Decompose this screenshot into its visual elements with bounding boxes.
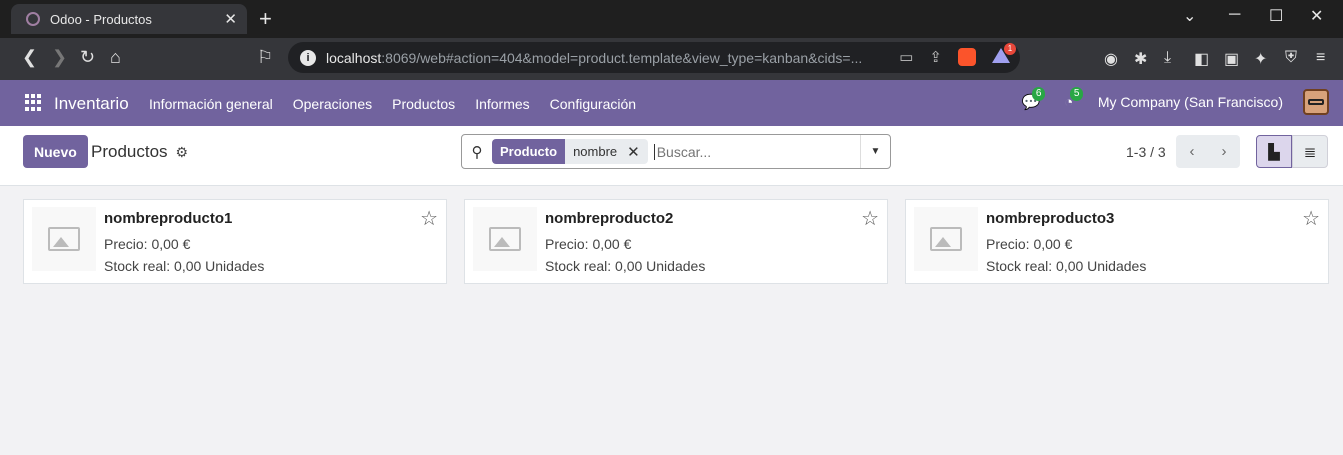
cast-icon[interactable]: ▭ — [899, 48, 913, 66]
close-icon[interactable]: ✕ — [627, 143, 640, 161]
url-text[interactable]: localhost:8069/web#action=404&model=prod… — [326, 50, 866, 66]
product-stock: Stock real: 0,00 Unidades — [104, 258, 265, 274]
incognito-extension-icon[interactable]: ◉ — [1104, 49, 1118, 69]
pager-buttons: ‹ › — [1176, 135, 1240, 168]
star-icon[interactable]: ☆ — [861, 206, 879, 231]
browser-tab[interactable]: Odoo - Productos ✕ — [11, 4, 247, 34]
menu-item-operaciones[interactable]: Operaciones — [293, 96, 372, 112]
browser-tab-bar: Odoo - Productos ✕ + ⌄ ─ ☐ ✕ — [0, 0, 1343, 38]
leo-ai-icon[interactable]: ✦ — [1254, 49, 1267, 69]
minimize-button[interactable]: ─ — [1229, 6, 1240, 24]
pager-previous-button[interactable]: ‹ — [1176, 135, 1208, 168]
vpn-icon[interactable]: ⛨ — [1285, 49, 1297, 67]
sidebar-icon[interactable]: ◧ — [1194, 49, 1209, 69]
kanban-view-icon[interactable]: ▙ — [1256, 135, 1292, 168]
product-price: Precio: 0,00 € — [104, 236, 191, 252]
app-brand[interactable]: Inventario — [54, 94, 129, 114]
product-card[interactable]: nombreproducto1 Precio: 0,00 € Stock rea… — [23, 199, 447, 284]
main-menu: Información general Operaciones Producto… — [149, 96, 636, 112]
breadcrumb: Productos ⚙ — [91, 142, 188, 162]
product-name: nombreproducto1 — [104, 210, 233, 227]
search-facet: Producto nombre ✕ — [492, 139, 648, 164]
systray: 💬 6 ◔ 5 My Company (San Francisco) — [1021, 87, 1329, 115]
view-switcher: ▙ ≣ — [1256, 135, 1328, 168]
menu-item-productos[interactable]: Productos — [392, 96, 455, 112]
facet-value: nombre ✕ — [565, 139, 648, 164]
image-placeholder-icon — [914, 207, 978, 271]
browser-toolbar: ❮ ❯ ↻ ⌂ ⚐ i localhost:8069/web#action=40… — [0, 38, 1343, 80]
company-switcher[interactable]: My Company (San Francisco) — [1098, 94, 1283, 110]
activities-icon[interactable]: ◔ 5 — [1060, 87, 1084, 111]
menu-icon[interactable]: ≡ — [1316, 49, 1325, 67]
tab-close-icon[interactable]: ✕ — [224, 10, 237, 28]
product-name: nombreproducto2 — [545, 210, 674, 227]
gear-icon[interactable]: ⚙ — [176, 144, 189, 161]
product-name: nombreproducto3 — [986, 210, 1115, 227]
chevron-down-icon[interactable]: ▼ — [860, 135, 890, 168]
new-button[interactable]: Nuevo — [23, 135, 88, 168]
product-price: Precio: 0,00 € — [545, 236, 632, 252]
pager-next-button[interactable]: › — [1208, 135, 1240, 168]
downloads-icon[interactable]: ⤓ — [1164, 49, 1171, 67]
pager-value[interactable]: 1-3 / 3 — [1126, 144, 1166, 160]
back-icon[interactable]: ❮ — [22, 47, 37, 68]
close-window-button[interactable]: ✕ — [1310, 6, 1323, 26]
star-icon[interactable]: ☆ — [420, 206, 438, 231]
control-panel: Nuevo Productos ⚙ ⚲ Producto nombre ✕ ▼ … — [0, 126, 1343, 186]
share-icon[interactable]: ⇪ — [929, 48, 942, 66]
brave-rewards-icon[interactable]: 1 — [992, 43, 1016, 66]
tab-title: Odoo - Productos — [50, 11, 152, 27]
maximize-button[interactable]: ☐ — [1269, 6, 1283, 26]
facet-value-text: nombre — [573, 144, 618, 159]
odoo-favicon-icon — [26, 12, 40, 26]
activities-badge: 5 — [1069, 87, 1084, 101]
address-bar[interactable]: i localhost:8069/web#action=404&model=pr… — [288, 42, 1020, 73]
image-placeholder-icon — [32, 207, 96, 271]
odoo-navbar: Inventario Información general Operacion… — [0, 80, 1343, 126]
messages-badge: 6 — [1031, 87, 1046, 101]
tab-search-icon[interactable]: ⌄ — [1183, 6, 1196, 26]
user-avatar[interactable] — [1303, 89, 1329, 115]
image-placeholder-icon — [473, 207, 537, 271]
kanban-view: nombreproducto1 Precio: 0,00 € Stock rea… — [23, 199, 1329, 284]
new-tab-button[interactable]: + — [259, 6, 272, 32]
site-info-icon[interactable]: i — [300, 49, 316, 66]
search-input[interactable] — [653, 143, 854, 160]
bookmark-icon[interactable]: ⚐ — [257, 47, 273, 68]
menu-item-informacion-general[interactable]: Información general — [149, 96, 273, 112]
search-icon: ⚲ — [471, 143, 483, 161]
brave-shields-icon[interactable] — [958, 48, 976, 66]
reload-icon[interactable]: ↻ — [80, 47, 95, 68]
menu-item-configuracion[interactable]: Configuración — [550, 96, 636, 112]
home-icon[interactable]: ⌂ — [110, 47, 121, 68]
search-bar: ⚲ Producto nombre ✕ ▼ — [461, 134, 891, 169]
menu-item-informes[interactable]: Informes — [475, 96, 529, 112]
list-view-icon[interactable]: ≣ — [1292, 135, 1328, 168]
messages-icon[interactable]: 💬 6 — [1021, 87, 1046, 111]
extensions-icon[interactable]: ✱ — [1134, 49, 1147, 69]
facet-label: Producto — [492, 139, 566, 164]
product-price: Precio: 0,00 € — [986, 236, 1073, 252]
product-card[interactable]: nombreproducto3 Precio: 0,00 € Stock rea… — [905, 199, 1329, 284]
apps-menu-icon[interactable] — [25, 94, 42, 111]
product-stock: Stock real: 0,00 Unidades — [545, 258, 706, 274]
product-card[interactable]: nombreproducto2 Precio: 0,00 € Stock rea… — [464, 199, 888, 284]
product-stock: Stock real: 0,00 Unidades — [986, 258, 1147, 274]
wallet-icon[interactable]: ▣ — [1224, 49, 1239, 69]
forward-icon[interactable]: ❯ — [52, 47, 67, 68]
star-icon[interactable]: ☆ — [1302, 206, 1320, 231]
page-title: Productos — [91, 142, 168, 161]
